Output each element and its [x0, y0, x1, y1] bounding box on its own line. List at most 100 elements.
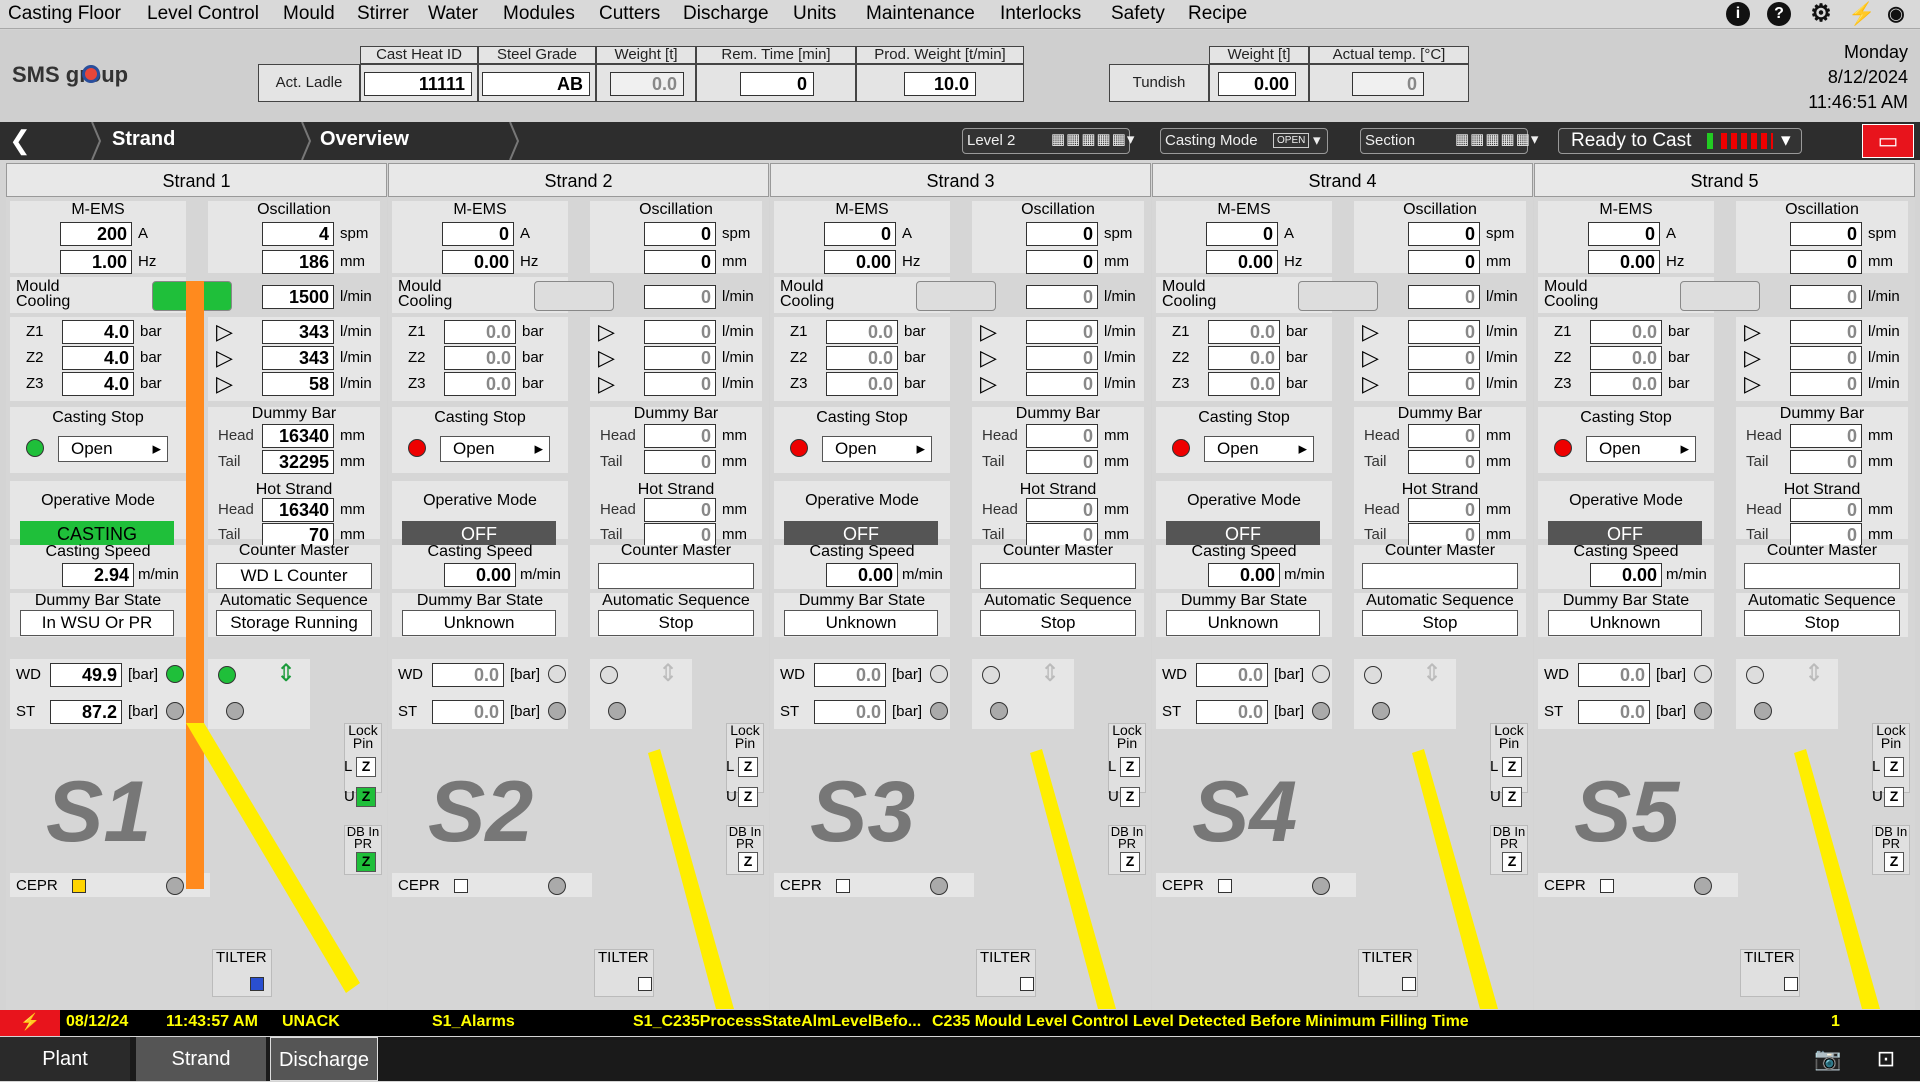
- lock-pin-u-label: U: [344, 788, 355, 805]
- db-in-pr-icon[interactable]: Z: [738, 852, 758, 872]
- cepr-checkbox[interactable]: [1218, 879, 1232, 893]
- cepr-led: [930, 877, 948, 895]
- casting-stop-select[interactable]: Open ▸: [440, 436, 550, 462]
- counter-master-value[interactable]: WD L Counter: [216, 563, 372, 589]
- menu-level-control[interactable]: Level Control: [147, 3, 259, 25]
- actuator-arrows-icon[interactable]: ⇕: [1040, 659, 1060, 688]
- auto-seq-value[interactable]: Stop: [1744, 610, 1900, 636]
- st-led: [548, 702, 566, 720]
- cepr-checkbox[interactable]: [1600, 879, 1614, 893]
- help-icon[interactable]: ?: [1767, 2, 1791, 26]
- menu-discharge[interactable]: Discharge: [683, 3, 769, 25]
- lock-pin-l-icon[interactable]: Z: [1502, 757, 1522, 777]
- gear-icon[interactable]: ⚙: [1809, 2, 1833, 26]
- lock-pin-u-icon[interactable]: Z: [1884, 787, 1904, 807]
- actuator-arrows-icon[interactable]: ⇕: [1804, 659, 1824, 688]
- menu-safety[interactable]: Safety: [1111, 3, 1165, 25]
- lock-pin-u-icon[interactable]: Z: [738, 787, 758, 807]
- lock-pin-l-icon[interactable]: Z: [738, 757, 758, 777]
- tab-plant[interactable]: Plant: [0, 1037, 130, 1081]
- tilter-indicator[interactable]: [1020, 977, 1034, 991]
- alarm-monitor-icon[interactable]: ▭: [1862, 124, 1914, 158]
- casting-stop-select[interactable]: Open ▸: [1586, 436, 1696, 462]
- menu-water[interactable]: Water: [428, 3, 478, 25]
- ready-to-cast-selector[interactable]: Ready to Cast ▾: [1558, 128, 1802, 154]
- auto-seq-value[interactable]: Storage Running: [216, 610, 372, 636]
- cepr-checkbox[interactable]: [836, 879, 850, 893]
- menu-interlocks[interactable]: Interlocks: [1000, 3, 1081, 25]
- unit-mm: mm: [722, 453, 747, 470]
- lightning-icon[interactable]: ⚡: [1848, 2, 1875, 26]
- unit-spm: spm: [340, 225, 369, 242]
- section-selector[interactable]: Section ▦▦▦▦▦▾: [1360, 128, 1538, 154]
- lock-pin-l-icon[interactable]: Z: [356, 757, 376, 777]
- level-selector[interactable]: Level 2 ▦▦▦▦▦▾: [962, 128, 1134, 154]
- db-in-pr-icon[interactable]: Z: [1120, 852, 1140, 872]
- actuator-arrows-icon[interactable]: ⇕: [276, 659, 296, 688]
- tilter-indicator[interactable]: [250, 977, 264, 991]
- menu-mould[interactable]: Mould: [283, 3, 335, 25]
- casting-stop-select[interactable]: Open ▸: [58, 436, 168, 462]
- breadcrumb-overview[interactable]: Overview: [320, 128, 409, 151]
- alarm-bar[interactable]: ⚡ 08/12/24 11:43:57 AM UNACK S1_Alarms S…: [0, 1010, 1920, 1036]
- st-label: ST: [398, 703, 418, 720]
- cepr-label: CEPR: [398, 877, 440, 894]
- auto-seq-value[interactable]: Stop: [1362, 610, 1518, 636]
- info-icon[interactable]: i: [1726, 2, 1750, 26]
- strand-panel: Strand 3 M-EMS 0 A 0.00 Hz Oscillation 0…: [770, 163, 1151, 1010]
- auto-seq-value[interactable]: Stop: [980, 610, 1136, 636]
- unit-mm: mm: [340, 427, 365, 444]
- dummy-bar-label: Dummy Bar: [251, 405, 337, 422]
- lock-pin-u-icon[interactable]: Z: [356, 787, 376, 807]
- cepr-checkbox[interactable]: [72, 879, 86, 893]
- camera-icon[interactable]: 📷: [1808, 1037, 1848, 1081]
- db-in-pr-icon[interactable]: Z: [1502, 852, 1522, 872]
- counter-master-value[interactable]: [1362, 563, 1518, 589]
- actuator-arrows-icon[interactable]: ⇕: [1422, 659, 1442, 688]
- col-cast-heat-id: Cast Heat ID: [360, 46, 478, 64]
- unit-lmin: l/min: [1486, 288, 1518, 305]
- lock-pin-u-icon[interactable]: Z: [1502, 787, 1522, 807]
- menu-units[interactable]: Units: [793, 3, 836, 25]
- rem-time-value: 0: [740, 72, 814, 96]
- lock-pin-l-icon[interactable]: Z: [1884, 757, 1904, 777]
- menu-modules[interactable]: Modules: [503, 3, 575, 25]
- unit-bar: bar: [904, 375, 926, 392]
- tilter-indicator[interactable]: [1784, 977, 1798, 991]
- db-in-pr-icon[interactable]: Z: [356, 852, 376, 872]
- valve-icon: ▷: [1744, 371, 1761, 396]
- db-tail-label: Tail: [600, 453, 623, 470]
- counter-master-value[interactable]: [980, 563, 1136, 589]
- lock-pin-l-label: L: [1490, 758, 1499, 775]
- db-in-pr-icon[interactable]: Z: [1884, 852, 1904, 872]
- menu-recipe[interactable]: Recipe: [1188, 3, 1247, 25]
- counter-master-value[interactable]: [1744, 563, 1900, 589]
- header: SMS group Cast Heat ID Steel Grade Weigh…: [0, 30, 1920, 122]
- casting-stop-select[interactable]: Open ▸: [822, 436, 932, 462]
- screenshot-icon[interactable]: ⊡: [1866, 1037, 1906, 1081]
- casting-stop-select[interactable]: Open ▸: [1204, 436, 1314, 462]
- auto-seq-value[interactable]: Stop: [598, 610, 754, 636]
- eye-icon[interactable]: ◉: [1884, 2, 1908, 26]
- menu-maintenance[interactable]: Maintenance: [866, 3, 975, 25]
- menu-casting-floor[interactable]: Casting Floor: [8, 3, 121, 25]
- lock-pin-u-icon[interactable]: Z: [1120, 787, 1140, 807]
- alarm-lightning-icon[interactable]: ⚡: [0, 1010, 60, 1036]
- strand-big-label: S4: [1192, 764, 1298, 860]
- tab-discharge[interactable]: Discharge: [270, 1037, 378, 1081]
- menu-cutters[interactable]: Cutters: [599, 3, 660, 25]
- tab-strand[interactable]: Strand: [136, 1037, 266, 1081]
- counter-master-value[interactable]: [598, 563, 754, 589]
- back-arrow-icon[interactable]: ❮: [0, 122, 40, 160]
- breadcrumb-strand[interactable]: Strand: [112, 128, 175, 151]
- cepr-checkbox[interactable]: [454, 879, 468, 893]
- tilter-indicator[interactable]: [638, 977, 652, 991]
- db-state-value: Unknown: [784, 610, 938, 636]
- casting-mode-selector[interactable]: Casting Mode OPEN ▾: [1160, 128, 1328, 154]
- menu-stirrer[interactable]: Stirrer: [357, 3, 409, 25]
- lock-pin-l-icon[interactable]: Z: [1120, 757, 1140, 777]
- strand-panel: Strand 5 M-EMS 0 A 0.00 Hz Oscillation 0…: [1534, 163, 1915, 1010]
- actuator-arrows-icon[interactable]: ⇕: [658, 659, 678, 688]
- unit-amp: A: [520, 225, 531, 242]
- tilter-indicator[interactable]: [1402, 977, 1416, 991]
